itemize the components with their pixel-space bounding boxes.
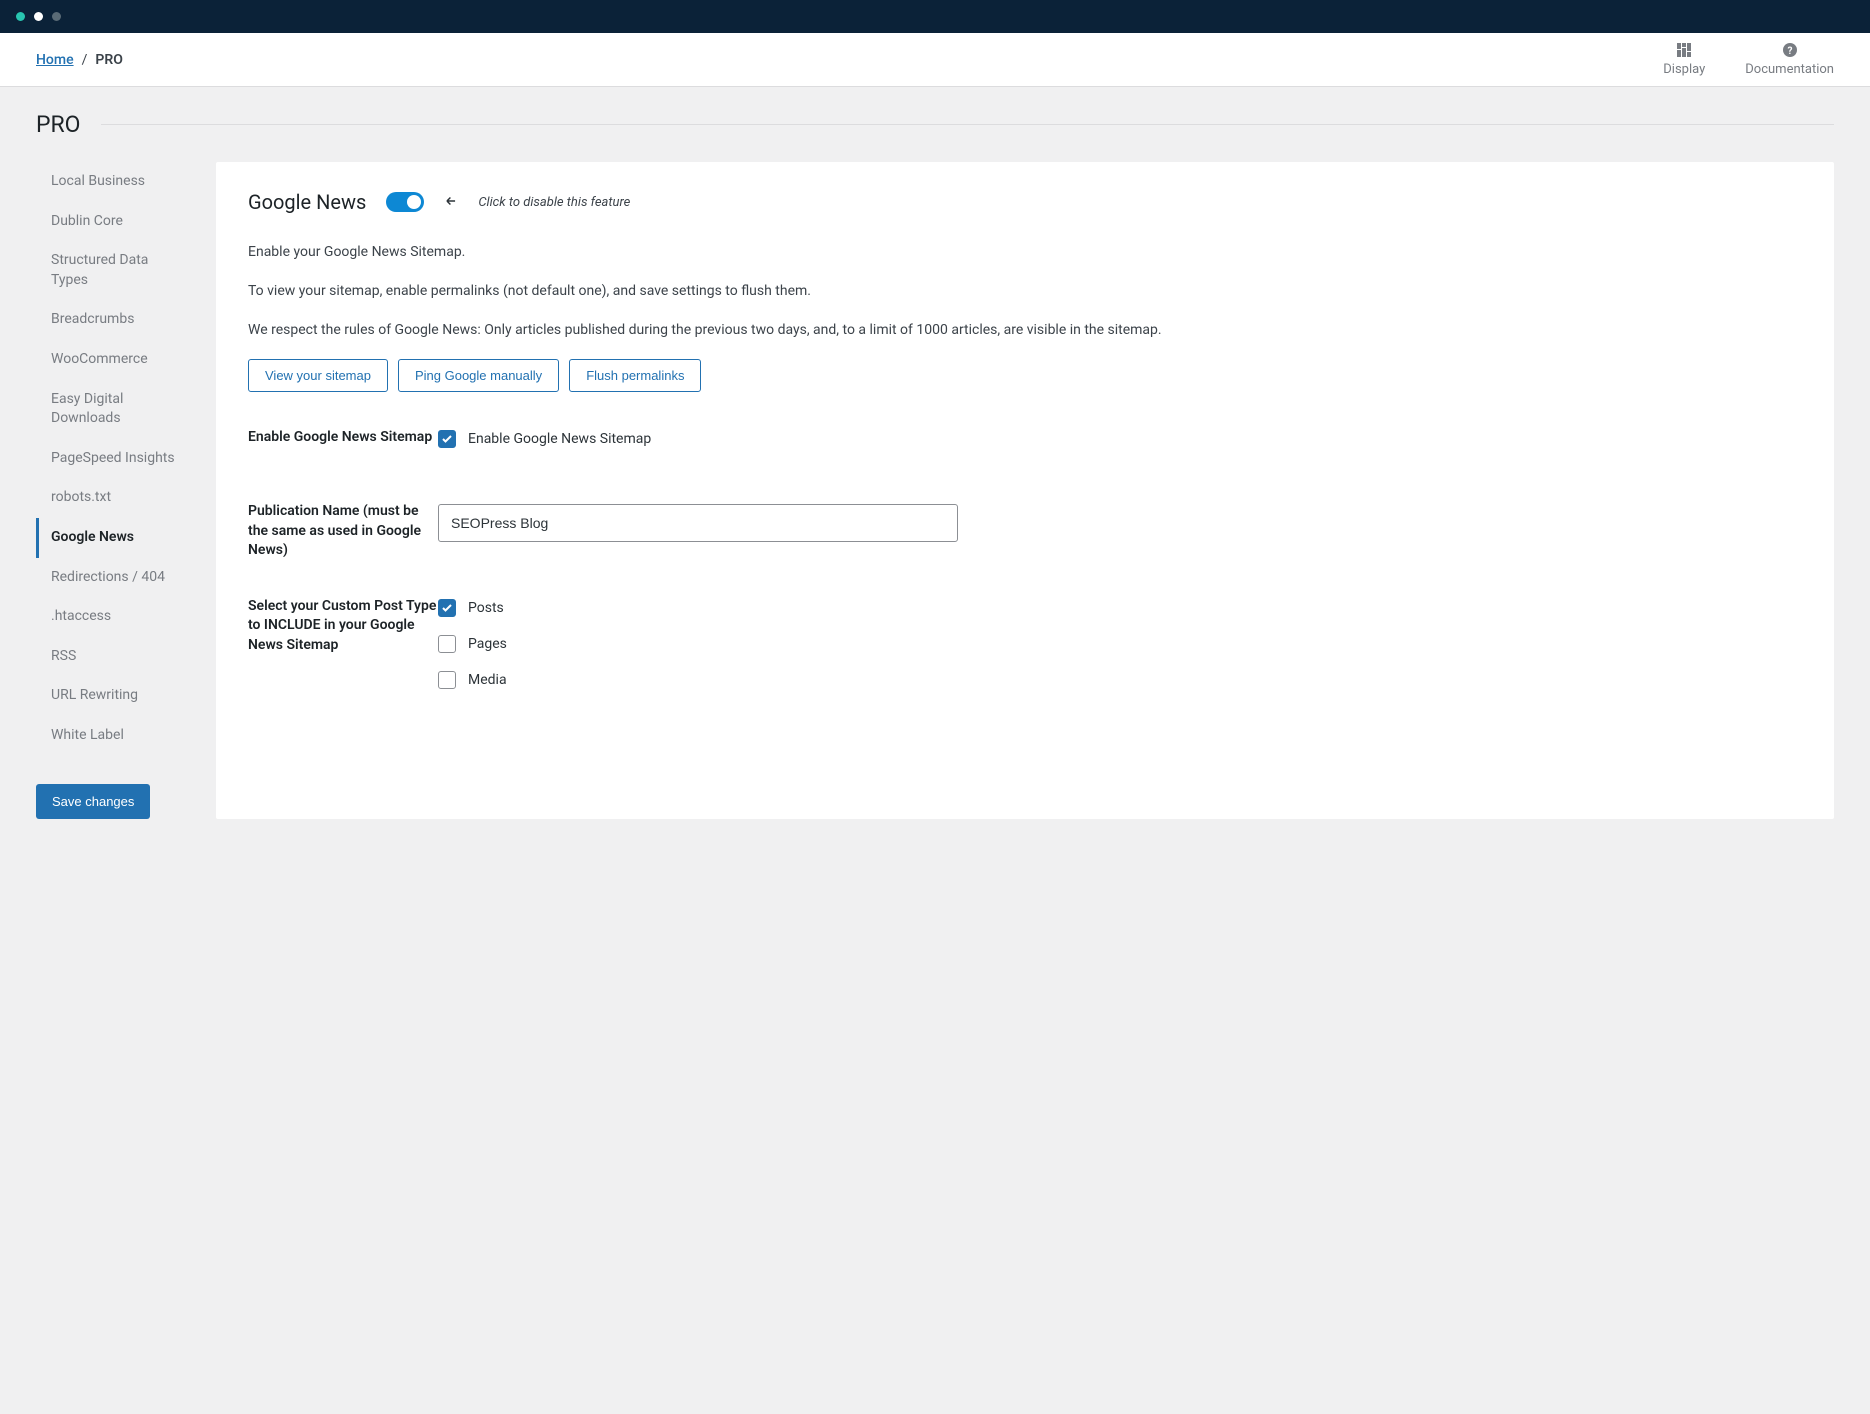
action-button-row: View your sitemap Ping Google manually F… <box>248 359 1802 392</box>
post-type-checkbox-pages[interactable] <box>438 635 456 653</box>
topbar: Home / PRO Display ? Documentation <box>0 33 1870 87</box>
breadcrumb-separator: / <box>82 52 88 68</box>
window-dot <box>16 12 25 21</box>
description-line: Enable your Google News Sitemap. <box>248 242 1802 263</box>
field-control: Enable Google News Sitemap <box>438 428 1802 466</box>
breadcrumb-current: PRO <box>95 52 123 68</box>
checkbox-row: Posts <box>438 599 1802 617</box>
form-row-post-types: Select your Custom Post Type to INCLUDE … <box>248 597 1802 707</box>
check-icon <box>441 602 453 614</box>
main-panel: Google News Click to disable this featur… <box>216 162 1834 819</box>
save-button[interactable]: Save changes <box>36 784 150 819</box>
check-icon <box>441 433 453 445</box>
field-control: Posts Pages Media <box>438 597 1802 707</box>
arrow-left-icon <box>444 193 458 212</box>
sidebar-item-white-label[interactable]: White Label <box>36 716 192 756</box>
form-row-publication-name: Publication Name (must be the same as us… <box>248 502 1802 561</box>
display-button[interactable]: Display <box>1663 42 1705 77</box>
sidebar: Local BusinessDublin CoreStructured Data… <box>36 162 192 819</box>
sidebar-item-robots-txt[interactable]: robots.txt <box>36 478 192 518</box>
checkbox-row: Media <box>438 671 1802 689</box>
view-sitemap-button[interactable]: View your sitemap <box>248 359 388 392</box>
field-label: Select your Custom Post Type to INCLUDE … <box>248 597 438 656</box>
field-label: Publication Name (must be the same as us… <box>248 502 438 561</box>
window-dot <box>52 12 61 21</box>
sidebar-item-redirections-404[interactable]: Redirections / 404 <box>36 558 192 598</box>
documentation-button[interactable]: ? Documentation <box>1745 42 1834 77</box>
topbar-actions: Display ? Documentation <box>1663 42 1834 77</box>
page-title: PRO <box>36 111 81 138</box>
sidebar-item-google-news[interactable]: Google News <box>36 518 192 558</box>
publication-name-input[interactable] <box>438 504 958 542</box>
checkbox-label: Enable Google News Sitemap <box>468 431 651 447</box>
window-dot <box>34 12 43 21</box>
breadcrumb: Home / PRO <box>36 52 123 68</box>
panel-header: Google News Click to disable this featur… <box>248 190 1802 214</box>
feature-toggle[interactable] <box>386 192 424 212</box>
window-titlebar <box>0 0 1870 33</box>
sidebar-item-dublin-core[interactable]: Dublin Core <box>36 202 192 242</box>
sidebar-item-easy-digital-downloads[interactable]: Easy Digital Downloads <box>36 380 192 439</box>
checkbox-label: Media <box>468 672 507 688</box>
grid-icon <box>1676 42 1692 58</box>
help-icon: ? <box>1782 42 1798 58</box>
sidebar-item-woocommerce[interactable]: WooCommerce <box>36 340 192 380</box>
page-title-row: PRO <box>36 111 1834 138</box>
field-label: Enable Google News Sitemap <box>248 428 438 448</box>
sidebar-item-breadcrumbs[interactable]: Breadcrumbs <box>36 300 192 340</box>
display-label: Display <box>1663 62 1705 77</box>
toggle-hint: Click to disable this feature <box>478 195 630 210</box>
sidebar-item-rss[interactable]: RSS <box>36 637 192 677</box>
sidebar-item-structured-data-types[interactable]: Structured Data Types <box>36 241 192 300</box>
form-row-enable-sitemap: Enable Google News Sitemap Enable Google… <box>248 428 1802 466</box>
checkbox-row: Pages <box>438 635 1802 653</box>
sidebar-item-pagespeed-insights[interactable]: PageSpeed Insights <box>36 439 192 479</box>
panel-title: Google News <box>248 190 366 214</box>
ping-google-button[interactable]: Ping Google manually <box>398 359 559 392</box>
checkbox-label: Posts <box>468 600 504 616</box>
description-line: We respect the rules of Google News: Onl… <box>248 320 1802 341</box>
post-type-checkbox-media[interactable] <box>438 671 456 689</box>
sidebar-item-local-business[interactable]: Local Business <box>36 162 192 202</box>
enable-sitemap-checkbox[interactable] <box>438 430 456 448</box>
toggle-knob <box>407 195 421 209</box>
title-divider <box>101 124 1834 125</box>
documentation-label: Documentation <box>1745 62 1834 77</box>
content-area: PRO Local BusinessDublin CoreStructured … <box>0 87 1870 843</box>
description-block: Enable your Google News Sitemap. To view… <box>248 242 1802 341</box>
checkbox-row: Enable Google News Sitemap <box>438 430 1802 448</box>
breadcrumb-home-link[interactable]: Home <box>36 52 74 68</box>
field-control <box>438 502 1802 542</box>
sidebar-item--htaccess[interactable]: .htaccess <box>36 597 192 637</box>
sidebar-item-url-rewriting[interactable]: URL Rewriting <box>36 676 192 716</box>
description-line: To view your sitemap, enable permalinks … <box>248 281 1802 302</box>
post-type-checkbox-posts[interactable] <box>438 599 456 617</box>
flush-permalinks-button[interactable]: Flush permalinks <box>569 359 701 392</box>
layout: Local BusinessDublin CoreStructured Data… <box>36 162 1834 819</box>
checkbox-label: Pages <box>468 636 507 652</box>
svg-text:?: ? <box>1787 46 1792 57</box>
